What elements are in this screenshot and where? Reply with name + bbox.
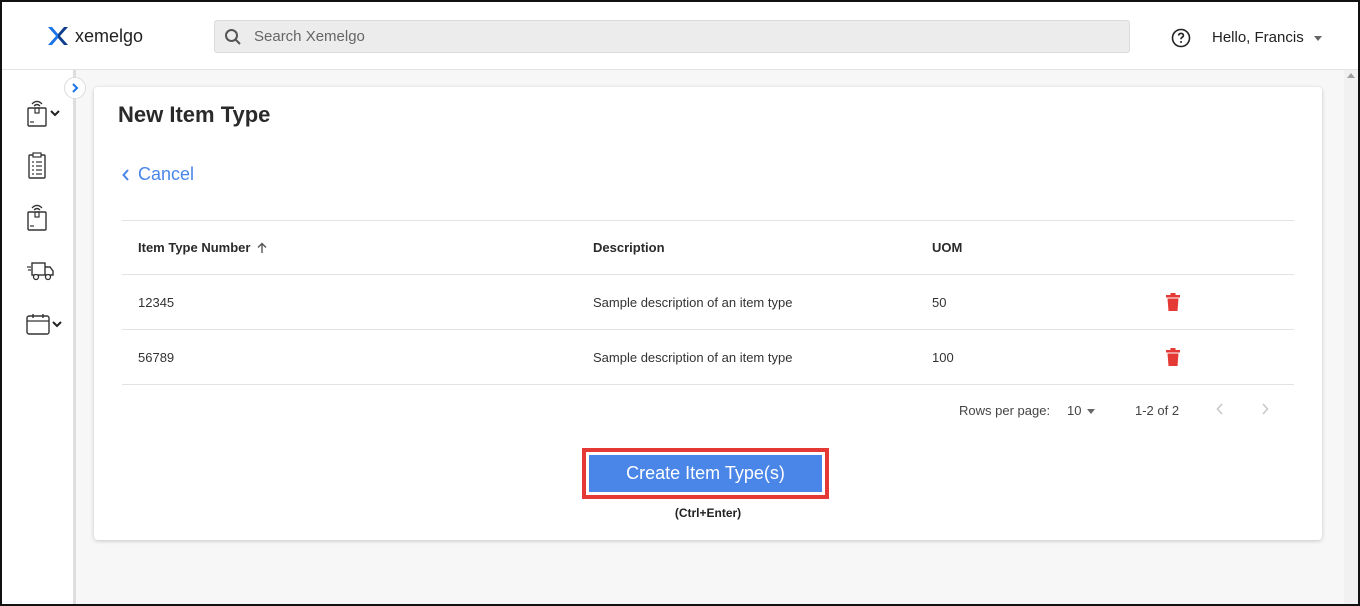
table-row: 56789 Sample description of an item type… xyxy=(122,330,1294,385)
item-types-table: Item Type Number Description UOM 12345 S… xyxy=(122,220,1294,385)
rfid-tag-icon xyxy=(27,204,47,231)
sidebar-item-assets[interactable] xyxy=(26,202,48,232)
rows-per-page-value: 10 xyxy=(1067,403,1082,418)
chevron-right-icon xyxy=(72,83,79,93)
chevron-down-icon xyxy=(1313,36,1322,41)
cancel-link[interactable]: Cancel xyxy=(122,164,194,185)
keyboard-shortcut-hint: (Ctrl+Enter) xyxy=(674,506,742,520)
user-greeting: Hello, Francis xyxy=(1212,29,1304,46)
item-type-number-cell: 56789 xyxy=(138,349,175,365)
search-input[interactable] xyxy=(254,28,1074,45)
delivery-truck-icon xyxy=(27,262,54,281)
create-button-highlight: Create Item Type(s) xyxy=(582,448,829,499)
sort-ascending-icon xyxy=(257,242,267,253)
sidebar-item-items[interactable] xyxy=(26,98,60,128)
help-icon[interactable] xyxy=(1171,28,1191,48)
column-header-uom[interactable]: UOM xyxy=(932,221,962,274)
chevron-down-icon xyxy=(50,110,60,117)
search-icon xyxy=(225,28,241,45)
create-item-types-button[interactable]: Create Item Type(s) xyxy=(589,455,822,492)
item-type-number-cell: 12345 xyxy=(138,294,175,310)
new-item-type-card: New Item Type Cancel Item Type Number De… xyxy=(94,87,1322,540)
delete-row-button[interactable] xyxy=(1166,330,1180,384)
rows-per-page-label: Rows per page: xyxy=(959,403,1051,418)
description-cell: Sample description of an item type xyxy=(593,294,793,310)
column-header-description[interactable]: Description xyxy=(593,221,665,274)
trash-icon xyxy=(1166,348,1180,366)
sidebar-item-orders[interactable] xyxy=(26,152,48,180)
page-scrollbar[interactable] xyxy=(1344,70,1358,604)
user-menu[interactable]: Hello, Francis xyxy=(1212,29,1322,46)
page-title: New Item Type xyxy=(118,102,271,127)
cancel-label: Cancel xyxy=(138,164,195,184)
top-header: xemelgo Hello, Francis xyxy=(2,2,1358,70)
uom-cell: 50 xyxy=(932,294,947,310)
sidebar-expand-button[interactable] xyxy=(64,77,86,99)
next-page-icon[interactable] xyxy=(1260,402,1270,416)
description-cell: Sample description of an item type xyxy=(593,349,793,365)
table-header-row: Item Type Number Description UOM xyxy=(122,220,1294,275)
rfid-tag-icon xyxy=(27,100,47,127)
xemelgo-logo-icon xyxy=(48,27,68,45)
sidebar xyxy=(2,70,76,604)
sidebar-item-schedule[interactable] xyxy=(26,313,62,335)
clipboard-list-icon xyxy=(28,152,46,179)
column-header-label: Item Type Number xyxy=(138,240,251,255)
previous-page-icon[interactable] xyxy=(1215,402,1225,416)
sidebar-item-shipments[interactable] xyxy=(26,260,54,282)
chevron-down-icon xyxy=(52,321,62,328)
brand-logo[interactable]: xemelgo xyxy=(47,25,143,47)
brand-name: xemelgo xyxy=(75,25,144,46)
column-header-item-type-number[interactable]: Item Type Number xyxy=(138,221,268,274)
trash-icon xyxy=(1166,293,1180,311)
delete-row-button[interactable] xyxy=(1166,275,1180,329)
table-row: 12345 Sample description of an item type… xyxy=(122,275,1294,330)
pagination-range: 1-2 of 2 xyxy=(1135,403,1180,418)
chevron-down-icon xyxy=(1087,409,1096,414)
uom-cell: 100 xyxy=(932,349,954,365)
chevron-left-icon xyxy=(122,168,129,181)
calendar-icon xyxy=(26,314,50,335)
scroll-up-icon[interactable] xyxy=(1347,73,1355,78)
search-bar[interactable] xyxy=(214,20,1130,53)
rows-per-page-select[interactable]: 10 xyxy=(1067,403,1096,418)
app-window: xemelgo Hello, Francis xyxy=(0,0,1360,606)
table-pagination: Rows per page: 10 1-2 of 2 xyxy=(94,399,1322,423)
